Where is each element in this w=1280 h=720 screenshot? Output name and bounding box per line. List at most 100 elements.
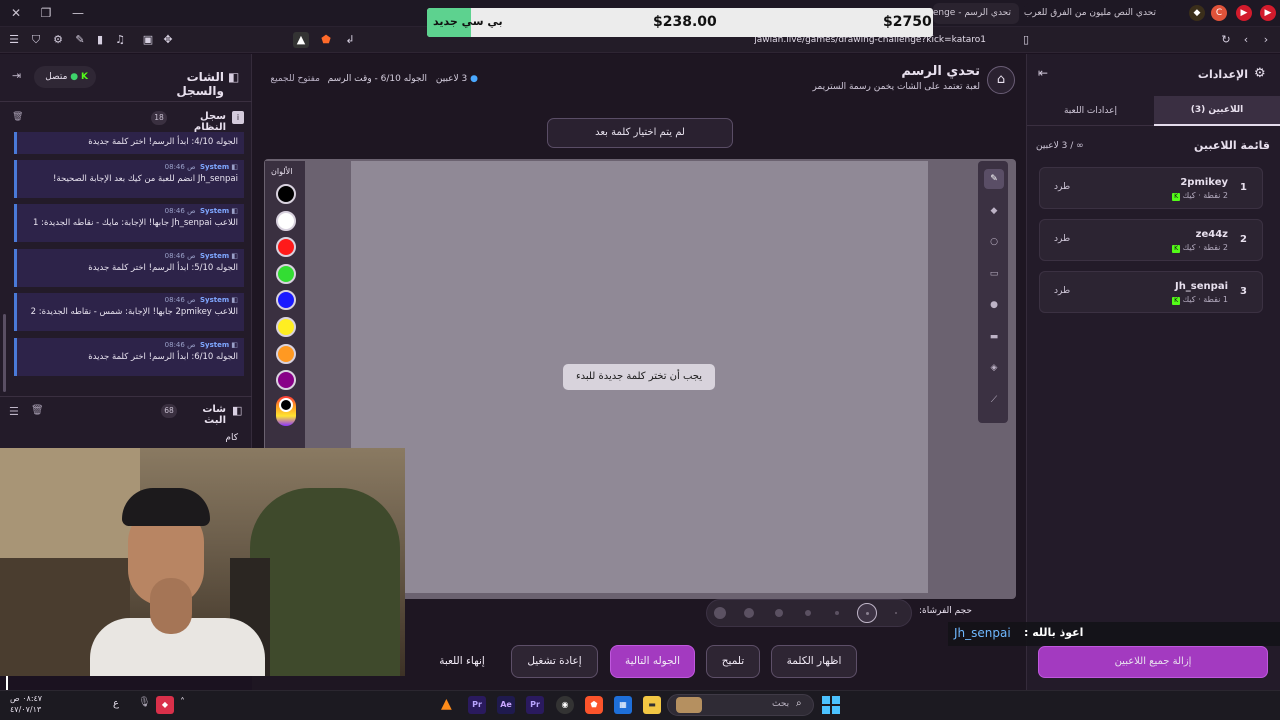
collapse-panel-icon[interactable]: ⇤	[1038, 66, 1048, 80]
youtube-tab-icon[interactable]: ▶	[1236, 5, 1252, 21]
reload-icon[interactable]: ↻	[1218, 32, 1234, 48]
kick-player-button[interactable]: طرد	[1054, 234, 1070, 244]
chat-overlay-message: اعوذ بالله :	[1024, 626, 1084, 639]
app-tray-icon[interactable]: ◆	[156, 696, 174, 714]
sidebar-icon[interactable]: ▮	[92, 32, 108, 48]
windows-start-icon[interactable]	[822, 696, 840, 714]
search-box[interactable]: بحث ⌕	[667, 694, 814, 716]
color-swatch[interactable]	[276, 264, 296, 284]
circle-icon[interactable]: ○	[984, 232, 1004, 252]
brush-size-option[interactable]	[805, 610, 811, 616]
brush-size-option[interactable]	[714, 607, 726, 619]
stream-chat-count: 68	[161, 404, 177, 418]
brush-size-label: حجم الفرشاة:	[918, 606, 972, 616]
edit-icon[interactable]: ✎	[72, 32, 88, 48]
microphone-icon[interactable]: 🎙	[138, 697, 151, 708]
wallet-icon[interactable]: ▣	[140, 32, 156, 48]
reveal-word-button[interactable]: اظهار الكلمة	[771, 645, 857, 678]
message-time: 08:46 ص	[164, 296, 196, 304]
home-icon[interactable]: ⌂	[987, 66, 1015, 94]
player-source: كيك	[1182, 243, 1196, 252]
folder-icon[interactable]: ▬	[643, 696, 661, 714]
webcam-feed	[0, 448, 405, 676]
hint-button[interactable]: تلميح	[706, 645, 760, 678]
line-icon[interactable]: ⟋	[984, 390, 1004, 410]
scrollbar[interactable]	[3, 314, 6, 392]
player-rank: 2	[1240, 234, 1247, 245]
message-text: الجوله 4/10: ابدأ الرسم! اختر كلمة جديدة	[88, 137, 238, 147]
puzzle-icon[interactable]: ✥	[160, 32, 176, 48]
kick-player-button[interactable]: طرد	[1054, 182, 1070, 192]
close-window-icon[interactable]: ✕	[6, 4, 26, 22]
brush-size-option[interactable]	[744, 608, 754, 618]
stream-chat-message: كام	[225, 433, 238, 443]
system-message: الجوله 4/10: ابدأ الرسم! اختر كلمة جديدة	[14, 132, 244, 154]
tab-favicon-icon[interactable]: ◆	[1189, 5, 1205, 21]
message-sender: System	[199, 163, 230, 171]
color-swatch[interactable]	[276, 184, 296, 204]
system-clock[interactable]: ٠٨:٤٧ ص ٤٧/٠٧/١٣	[10, 693, 60, 715]
color-swatch[interactable]	[276, 237, 296, 257]
tab-players[interactable]: اللاعبين (3)	[1154, 96, 1280, 126]
colors-label: الألوان	[271, 167, 293, 176]
obs-icon[interactable]: ◉	[556, 696, 574, 714]
forward-icon[interactable]: ›	[1258, 32, 1274, 48]
player-name: Jh_senpai	[1174, 281, 1228, 292]
search-placeholder: بحث	[772, 699, 790, 709]
tab-drawing-challenge[interactable]: تحدي الرسم - Challenge	[933, 3, 1019, 24]
notification-icon[interactable]: ▲	[293, 32, 309, 48]
brave-icon[interactable]: ⬟	[585, 696, 603, 714]
color-swatch[interactable]	[276, 344, 296, 364]
back-icon[interactable]: ‹	[1238, 32, 1254, 48]
tab-game-settings[interactable]: إعدادات اللعبة	[1027, 96, 1154, 126]
chevron-up-icon[interactable]: ˄	[180, 697, 185, 708]
color-swatch[interactable]	[276, 211, 296, 231]
brush-size-option[interactable]	[895, 612, 897, 614]
extension-icon[interactable]: ⚙	[50, 32, 66, 48]
bookmark-icon[interactable]: ▯	[1018, 32, 1034, 48]
message-time: 08:46 ص	[164, 163, 196, 171]
premiere-icon[interactable]: Pr	[468, 696, 486, 714]
pencil-icon[interactable]: ✎	[984, 169, 1004, 189]
tab-video[interactable]: تحدي النص مليون من الفرق للعرب بالك...	[1024, 3, 1164, 24]
filled-rectangle-icon[interactable]: ▬	[984, 327, 1004, 347]
chat-bubble-icon: ◧	[232, 404, 243, 417]
players-count-text: 3 لاعبين	[435, 74, 468, 84]
language-indicator[interactable]: ع	[113, 698, 119, 709]
brush-size-option[interactable]	[775, 609, 783, 617]
message-time: 08:46 ص	[164, 341, 196, 349]
clock-time: ٠٨:٤٧ ص	[10, 694, 43, 703]
next-round-button[interactable]: الجوله التالية	[610, 645, 695, 678]
shield-icon[interactable]: ⛉	[28, 32, 44, 48]
trash-icon[interactable]: 🗑	[31, 405, 44, 416]
youtube-tab-icon[interactable]: ▶	[1260, 5, 1276, 21]
brush-size-option[interactable]	[835, 611, 839, 615]
fill-bucket-icon[interactable]: ◈	[984, 358, 1004, 378]
color-swatch[interactable]	[276, 317, 296, 337]
system-message: 08:46 ص System ◧ الجوله 5/10: ابدأ الرسم…	[14, 249, 244, 287]
music-icon[interactable]: ♫	[112, 32, 128, 48]
color-swatch[interactable]	[276, 290, 296, 310]
restore-window-icon[interactable]: ❐	[36, 4, 56, 22]
premiere-icon[interactable]: Pr	[526, 696, 544, 714]
rectangle-icon[interactable]: ▭	[984, 264, 1004, 284]
minimize-window-icon[interactable]: —	[68, 4, 88, 22]
filled-circle-icon[interactable]: ●	[984, 295, 1004, 315]
after-effects-icon[interactable]: Ae	[497, 696, 515, 714]
trash-icon[interactable]: 🗑	[12, 112, 23, 122]
end-game-button[interactable]: إنهاء اللعبة	[420, 645, 504, 678]
store-icon[interactable]: ▦	[614, 696, 632, 714]
chat-overlay-user: Jh_senpai	[954, 626, 1011, 640]
remove-all-players-button[interactable]: إزالة جميع اللاعبين	[1038, 646, 1268, 678]
tab-favicon-icon[interactable]: C	[1211, 5, 1227, 21]
collapse-panel-icon[interactable]: ⇥	[12, 69, 21, 82]
vlc-icon[interactable]: ▲	[441, 696, 452, 712]
color-swatch[interactable]	[276, 370, 296, 390]
eraser-icon[interactable]: ◆	[984, 201, 1004, 221]
align-icon[interactable]: ☰	[9, 405, 19, 418]
kick-player-button[interactable]: طرد	[1054, 286, 1070, 296]
message-sender: System	[199, 252, 230, 260]
menu-icon[interactable]: ☰	[6, 32, 22, 48]
restart-button[interactable]: إعادة تشغيل	[511, 645, 598, 678]
cursor-icon	[6, 676, 8, 690]
